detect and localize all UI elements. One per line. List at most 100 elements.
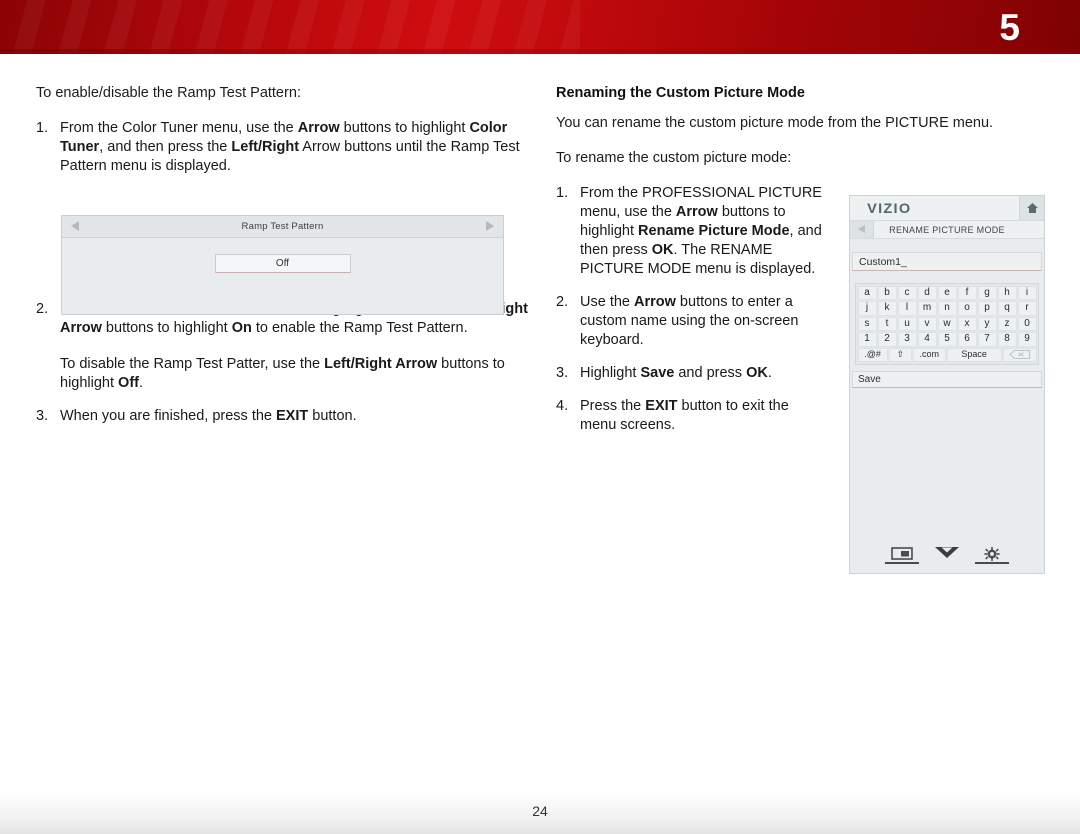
key-u[interactable]: u	[897, 316, 917, 331]
tv-spacer-mid	[850, 271, 1044, 283]
more-menus-button[interactable]	[930, 546, 964, 564]
list-item: 1. From the PROFESSIONAL PICTURE menu, u…	[556, 184, 828, 279]
key-2[interactable]: 2	[877, 332, 897, 347]
chapter-header-banner: 5	[0, 0, 1080, 54]
key-t[interactable]: t	[877, 316, 897, 331]
key-shift[interactable]: ⇧	[888, 347, 912, 362]
key-f[interactable]: f	[957, 285, 977, 300]
key-z[interactable]: z	[997, 316, 1017, 331]
key-y[interactable]: y	[977, 316, 997, 331]
left-column: To enable/disable the Ramp Test Pattern:…	[36, 84, 530, 440]
key-v[interactable]: v	[917, 316, 937, 331]
key-w[interactable]: w	[937, 316, 957, 331]
key-7[interactable]: 7	[977, 332, 997, 347]
key-4[interactable]: 4	[917, 332, 937, 347]
right-triangle-icon[interactable]	[486, 221, 494, 231]
right-intro-text: You can rename the custom picture mode f…	[556, 115, 994, 131]
ramp-test-pattern-menu: Ramp Test Pattern Off	[61, 215, 504, 315]
page-title: Renaming the Custom Picture Mode	[556, 85, 805, 101]
tv-menu-title: RENAME PICTURE MODE	[889, 224, 1005, 235]
key-b[interactable]: b	[877, 285, 897, 300]
ramp-menu-title: Ramp Test Pattern	[241, 221, 324, 232]
key-r[interactable]: r	[1017, 301, 1037, 316]
key-space[interactable]: Space	[946, 347, 1002, 362]
chevron-double-down-icon	[934, 546, 960, 561]
home-button[interactable]	[1019, 196, 1044, 220]
ramp-menu-body: Off	[62, 238, 503, 315]
save-button[interactable]: Save	[852, 370, 1042, 388]
keyboard-row: a b c d e f g h i	[857, 285, 1037, 301]
picture-menu-button[interactable]	[885, 546, 919, 564]
onscreen-keyboard: a b c d e f g h i j k l m n o p q r s t …	[855, 283, 1039, 365]
list-item: 2. Use the Arrow buttons to enter a cust…	[556, 293, 828, 350]
back-button[interactable]	[850, 221, 874, 238]
step-number: 3.	[36, 408, 49, 424]
key-q[interactable]: q	[997, 301, 1017, 316]
backspace-icon[interactable]	[1002, 347, 1037, 362]
step-number: 1.	[556, 185, 569, 201]
key-6[interactable]: 6	[957, 332, 977, 347]
settings-underline	[975, 562, 1009, 564]
tv-spacer-top	[850, 239, 1044, 252]
tv-top-bar: VIZIO	[850, 196, 1044, 221]
step-text: Highlight Save and press OK.	[580, 365, 772, 381]
chapter-number: 5	[999, 7, 1020, 48]
key-o[interactable]: o	[957, 301, 977, 316]
key-x[interactable]: x	[957, 316, 977, 331]
key-5[interactable]: 5	[937, 332, 957, 347]
right-leadin-text: To rename the custom picture mode:	[556, 150, 792, 166]
key-p[interactable]: p	[977, 301, 997, 316]
home-icon	[1026, 202, 1039, 214]
key-0[interactable]: 0	[1017, 316, 1037, 331]
key-9[interactable]: 9	[1017, 332, 1037, 347]
keyboard-row: s t u v w x y z 0	[857, 316, 1037, 332]
step-text: Use the Arrow buttons to enter a custom …	[580, 294, 799, 348]
page-footer: 24	[0, 794, 1080, 834]
step-subtext: To disable the Ramp Test Patter, use the…	[60, 356, 505, 391]
step-number: 2.	[36, 301, 49, 317]
key-dotcom[interactable]: .com	[912, 347, 946, 362]
right-steps-list: 1. From the PROFESSIONAL PICTURE menu, u…	[556, 184, 828, 435]
key-h[interactable]: h	[997, 285, 1017, 300]
key-d[interactable]: d	[917, 285, 937, 300]
key-e[interactable]: e	[937, 285, 957, 300]
key-8[interactable]: 8	[997, 332, 1017, 347]
step-number: 4.	[556, 398, 569, 414]
step-text: From the Color Tuner menu, use the Arrow…	[60, 120, 520, 174]
keyboard-row: 1 2 3 4 5 6 7 8 9	[857, 332, 1037, 348]
list-item: 4. Press the EXIT button to exit the men…	[556, 397, 828, 435]
keyboard-function-row: .@# ⇧ .com Space	[857, 347, 1037, 363]
key-symbols[interactable]: .@#	[857, 347, 888, 362]
name-input-field[interactable]: Custom1_	[852, 252, 1042, 271]
ramp-menu-header: Ramp Test Pattern	[62, 216, 503, 238]
step-number: 3.	[556, 365, 569, 381]
key-i[interactable]: i	[1017, 285, 1037, 300]
key-s[interactable]: s	[857, 316, 877, 331]
left-triangle-icon[interactable]	[71, 221, 79, 231]
settings-menu-button[interactable]	[975, 546, 1009, 564]
step-text: From the PROFESSIONAL PICTURE menu, use …	[580, 185, 822, 277]
left-intro-text: To enable/disable the Ramp Test Pattern:	[36, 85, 301, 101]
key-m[interactable]: m	[917, 301, 937, 316]
key-a[interactable]: a	[857, 285, 877, 300]
key-k[interactable]: k	[877, 301, 897, 316]
key-c[interactable]: c	[897, 285, 917, 300]
keyboard-row: j k l m n o p q r	[857, 301, 1037, 317]
key-1[interactable]: 1	[857, 332, 877, 347]
ramp-value-button[interactable]: Off	[214, 254, 351, 273]
key-j[interactable]: j	[857, 301, 877, 316]
rename-picture-mode-panel: VIZIO RENAME PICTURE MODE Custom1_ a b c…	[849, 195, 1045, 574]
step-text: Press the EXIT button to exit the menu s…	[580, 398, 789, 433]
page-number: 24	[532, 803, 548, 819]
step-number: 2.	[556, 294, 569, 310]
back-triangle-icon	[858, 225, 865, 233]
key-3[interactable]: 3	[897, 332, 917, 347]
key-n[interactable]: n	[937, 301, 957, 316]
key-g[interactable]: g	[977, 285, 997, 300]
picture-icon	[891, 546, 913, 561]
more-underline	[930, 562, 964, 564]
picture-underline	[885, 562, 919, 564]
list-item: 3. Highlight Save and press OK.	[556, 364, 828, 383]
tv-bottom-toolbar	[850, 546, 1044, 564]
key-l[interactable]: l	[897, 301, 917, 316]
